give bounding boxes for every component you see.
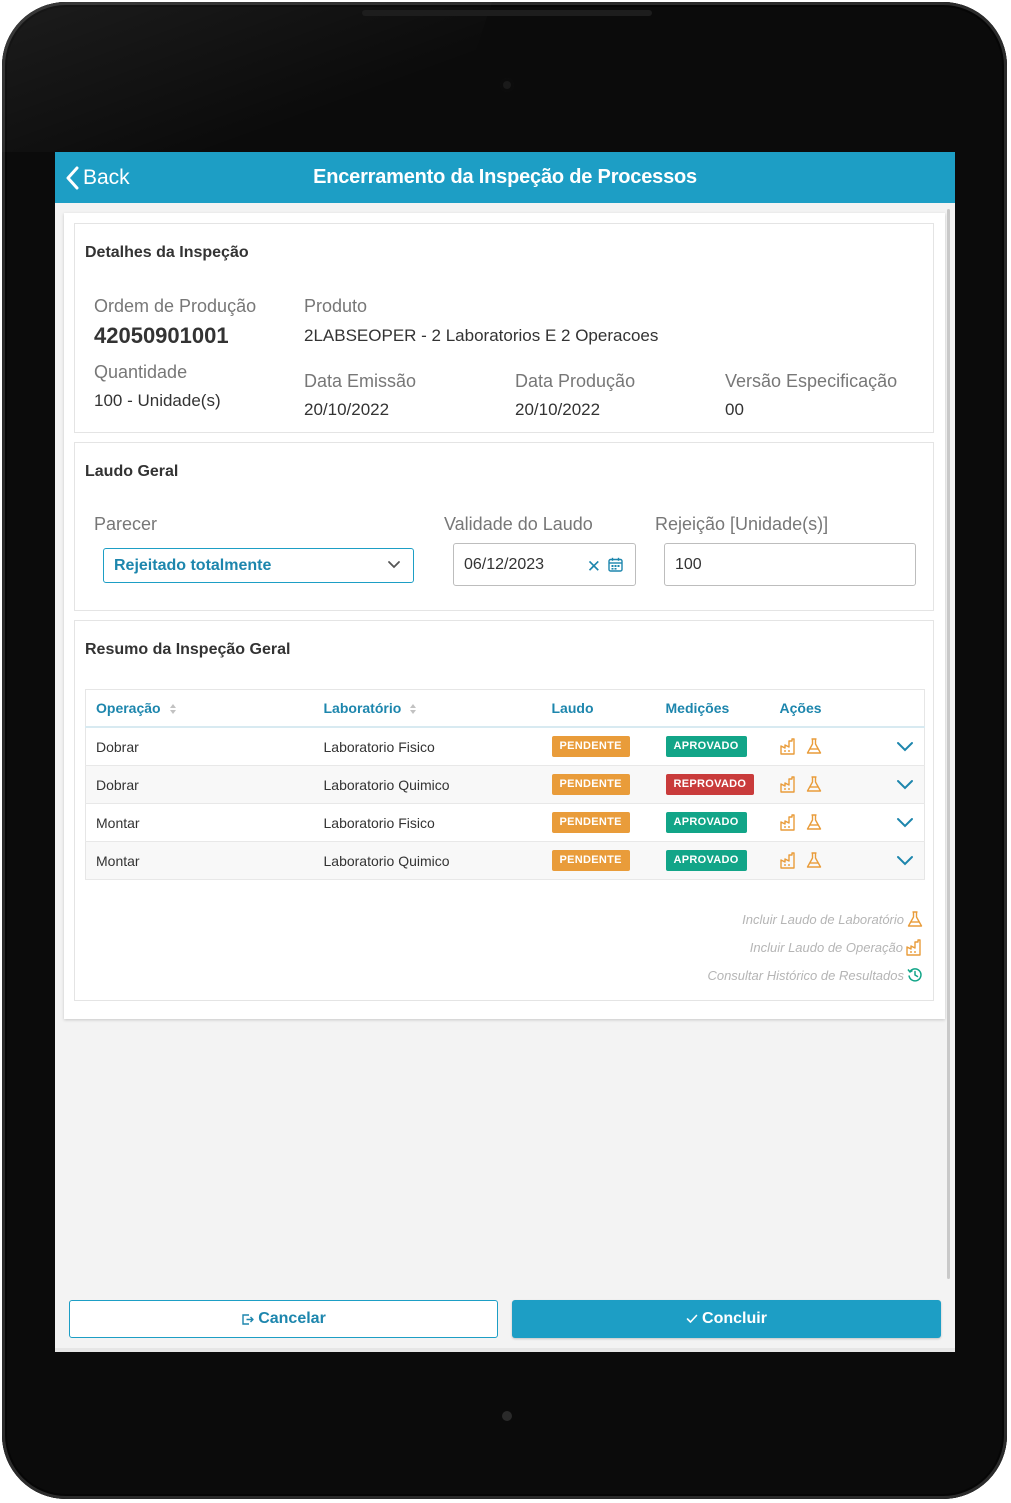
app-header: Back Encerramento da Inspeção de Process… <box>55 152 955 203</box>
concluir-label: Concluir <box>702 1310 767 1327</box>
emissao-value: 20/10/2022 <box>304 400 390 419</box>
col-medicoes: Medições <box>655 689 770 728</box>
cell-operacao: Montar <box>85 803 314 842</box>
close-icon[interactable]: ✕ <box>587 557 601 577</box>
consultar-historico-link[interactable]: Consultar Histórico de Resultados <box>707 967 923 983</box>
validade-label: Validade do Laudo <box>444 514 593 534</box>
chevron-down-icon <box>388 561 400 569</box>
flask-icon[interactable] <box>806 738 822 755</box>
consultar-label: Consultar Histórico de Resultados <box>707 967 904 983</box>
factory-icon[interactable] <box>779 776 797 793</box>
tablet-top-slot <box>362 10 652 16</box>
history-icon <box>907 968 922 982</box>
medicoes-status-badge: REPROVADO <box>665 774 755 795</box>
parecer-label: Parecer <box>94 514 158 534</box>
cell-laboratorio: Laboratorio Fisico <box>313 803 542 842</box>
sort-icon <box>410 704 417 715</box>
cancel-button[interactable]: Cancelar <box>69 1300 498 1338</box>
col-operacao[interactable]: Operação <box>85 689 314 728</box>
scrollbar[interactable] <box>947 209 950 1279</box>
flask-icon[interactable] <box>806 814 822 831</box>
medicoes-status-badge: APROVADO <box>665 850 747 871</box>
versao-value: 00 <box>725 400 744 419</box>
page-title: Encerramento da Inspeção de Processos <box>313 166 697 188</box>
factory-icon[interactable] <box>779 738 797 755</box>
produto-label: Produto <box>304 296 368 316</box>
col-acoes: Ações <box>769 689 870 728</box>
laudo-status-badge: PENDENTE <box>551 850 630 871</box>
resumo-table: Operação Laboratório Laudo Medições Açõe… <box>85 689 925 880</box>
app-screen: Back Encerramento da Inspeção de Process… <box>55 152 955 1352</box>
rejeicao-value: 100 <box>675 555 702 573</box>
table-row: Dobrar Laboratorio Fisico PENDENTE APROV… <box>85 727 925 766</box>
quantidade-value: 100 - Unidade(s) <box>94 391 221 410</box>
col-expand <box>869 689 925 728</box>
producao-label: Data Produção <box>515 371 636 391</box>
laudo-panel: Laudo Geral Parecer Rejeitado totalmente… <box>74 442 934 611</box>
chevron-down-icon[interactable] <box>896 779 914 790</box>
quantidade-label: Quantidade <box>94 362 188 382</box>
laudo-title: Laudo Geral <box>85 463 179 480</box>
home-indicator <box>502 1411 512 1421</box>
parecer-select[interactable]: Rejeitado totalmente <box>103 548 414 583</box>
laudo-status-badge: PENDENTE <box>551 774 630 795</box>
table-row: Dobrar Laboratorio Quimico PENDENTE REPR… <box>85 765 925 804</box>
incluir-lab-label: Incluir Laudo de Laboratório <box>742 912 904 927</box>
chevron-down-icon[interactable] <box>896 817 914 828</box>
rejeicao-label: Rejeição [Unidade(s)] <box>655 514 829 534</box>
col-laboratorio[interactable]: Laboratório <box>313 689 542 728</box>
laudo-status-badge: PENDENTE <box>551 736 630 757</box>
incluir-laudo-operacao-link[interactable]: Incluir Laudo de Operação <box>750 939 923 956</box>
emissao-label: Data Emissão <box>304 371 417 391</box>
medicoes-status-badge: APROVADO <box>665 812 747 833</box>
producao-value: 20/10/2022 <box>515 400 601 419</box>
validade-value: 06/12/2023 <box>464 555 545 573</box>
sort-icon <box>169 704 176 715</box>
table-header-row: Operação Laboratório Laudo Medições Açõe… <box>85 689 925 728</box>
table-row: Montar Laboratorio Fisico PENDENTE APROV… <box>85 803 925 842</box>
exit-icon <box>242 1313 254 1325</box>
bottom-strip <box>55 1348 955 1352</box>
chevron-down-icon[interactable] <box>896 741 914 752</box>
ordem-label: Ordem de Produção <box>94 296 257 316</box>
medicoes-status-badge: APROVADO <box>665 736 747 757</box>
concluir-button[interactable]: Concluir <box>512 1300 941 1338</box>
cell-operacao: Dobrar <box>85 727 314 766</box>
col-laudo: Laudo <box>541 689 656 728</box>
detalhes-title: Detalhes da Inspeção <box>85 244 249 261</box>
factory-icon <box>906 939 921 956</box>
resumo-panel: Resumo da Inspeção Geral Operação Labora… <box>74 620 934 1001</box>
laudo-status-badge: PENDENTE <box>551 812 630 833</box>
cell-operacao: Dobrar <box>85 765 314 804</box>
chevron-down-icon[interactable] <box>896 855 914 866</box>
detalhes-panel: Detalhes da Inspeção Ordem de Produção 4… <box>74 223 934 433</box>
parecer-value: Rejeitado totalmente <box>114 556 272 574</box>
cell-laboratorio: Laboratorio Fisico <box>313 727 542 766</box>
produto-value: 2LABSEOPER - 2 Laboratorios E 2 Operacoe… <box>304 326 659 345</box>
footer-actions: Cancelar Concluir <box>55 1300 955 1340</box>
check-icon <box>686 1314 698 1323</box>
resumo-title: Resumo da Inspeção Geral <box>85 641 291 658</box>
camera-icon <box>500 78 514 92</box>
content-card: Detalhes da Inspeção Ordem de Produção 4… <box>64 213 945 1019</box>
calendar-icon[interactable] <box>608 557 623 572</box>
incluir-laudo-laboratorio-link[interactable]: Incluir Laudo de Laboratório <box>742 911 923 928</box>
rejeicao-input[interactable]: 100 <box>664 543 916 586</box>
factory-icon[interactable] <box>779 814 797 831</box>
flask-icon <box>907 911 923 927</box>
flask-icon[interactable] <box>806 852 822 869</box>
factory-icon[interactable] <box>779 852 797 869</box>
cell-laboratorio: Laboratorio Quimico <box>313 765 542 804</box>
incluir-op-label: Incluir Laudo de Operação <box>749 940 903 955</box>
flask-icon[interactable] <box>806 776 822 793</box>
table-row: Montar Laboratorio Quimico PENDENTE APRO… <box>85 841 925 880</box>
ordem-value: 42050901001 <box>94 323 229 348</box>
versao-label: Versão Especificação <box>725 371 898 391</box>
validade-date-input[interactable]: 06/12/2023 ✕ <box>453 543 636 586</box>
cancel-label: Cancelar <box>258 1310 326 1327</box>
cell-operacao: Montar <box>85 841 314 880</box>
cell-laboratorio: Laboratorio Quimico <box>313 841 542 880</box>
